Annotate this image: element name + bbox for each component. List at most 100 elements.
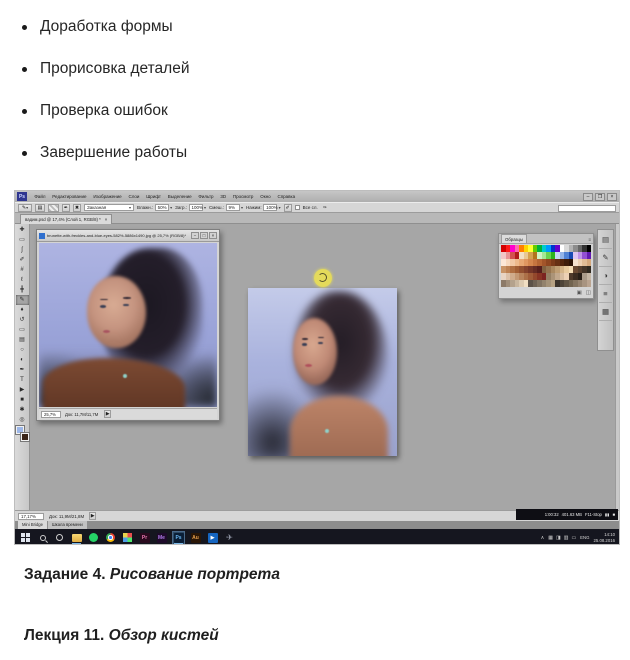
tray-status-icon[interactable]: ▦ — [548, 535, 553, 541]
reference-window-titlebar[interactable]: brunette-with-freckles-and-blue-eyes-582… — [37, 230, 219, 242]
option-field-value[interactable]: 100% — [188, 204, 203, 211]
zoom-tool-icon[interactable]: ◎ — [16, 415, 29, 425]
color-swatch[interactable] — [586, 245, 591, 252]
hand-tool-icon[interactable]: ✱ — [16, 405, 29, 415]
send-app-icon[interactable]: ✈ — [224, 532, 235, 544]
swatches-tab[interactable]: Образцы — [501, 234, 528, 243]
color-swatch[interactable] — [586, 252, 591, 259]
recorder-stop-icon[interactable]: ■ — [612, 512, 615, 517]
menu-слои[interactable]: Слои — [125, 194, 143, 199]
recorder-pause-icon[interactable]: ▮▮ — [605, 512, 610, 517]
lasso-tool-icon[interactable]: ʃ — [16, 245, 29, 255]
brush-panel-icon[interactable]: ✎ — [599, 249, 612, 267]
file-explorer-icon[interactable] — [71, 532, 82, 544]
option-field-caret-icon[interactable]: ▾ — [170, 205, 172, 210]
sample-all-layers-checkbox[interactable] — [294, 205, 300, 210]
mini-bridge-tab[interactable]: Mini Bridge — [18, 521, 47, 529]
pen-tool-icon[interactable]: ✒ — [16, 365, 29, 375]
option-field-value[interactable]: 50% — [154, 204, 169, 211]
language-indicator[interactable]: ENG — [580, 535, 589, 540]
status-arrow-icon[interactable]: ▶ — [89, 512, 97, 520]
menu-3d[interactable]: 3D — [217, 194, 230, 199]
menu-изображение[interactable]: Изображение — [90, 194, 125, 199]
clone-stamp-tool-icon[interactable]: ♦ — [16, 305, 29, 315]
panel-menu-icon[interactable]: ≡ — [588, 237, 593, 243]
menu-окно[interactable]: Окно — [257, 194, 274, 199]
brush-tool-icon[interactable]: ✎ — [15, 295, 29, 305]
pressure-toggle-icon[interactable]: ✑ — [321, 204, 329, 212]
media-encoder-icon[interactable]: Me — [156, 532, 167, 544]
reference-photo[interactable] — [39, 243, 217, 407]
brush-presets-panel-icon[interactable]: ▤ — [599, 231, 612, 249]
menu-справка[interactable]: Справка — [274, 194, 298, 199]
history-brush-tool-icon[interactable]: ↺ — [16, 315, 29, 325]
reference-image-window[interactable]: brunette-with-freckles-and-blue-eyes-582… — [36, 229, 220, 421]
adjustments-panel-icon[interactable]: ≡ — [599, 285, 612, 303]
whatsapp-icon[interactable] — [88, 532, 99, 544]
load-brush-icon[interactable]: ✒ — [62, 203, 70, 212]
document-tab[interactable]: вадим.psd @ 17,4% (Слой 1, RGB/8) * × — [20, 214, 113, 224]
color-swatch[interactable] — [586, 273, 591, 280]
restore-button[interactable]: ❐ — [595, 192, 605, 201]
tray-status-icon[interactable]: ◨ — [556, 535, 561, 541]
menu-файл[interactable]: Файл — [31, 194, 49, 199]
option-field-caret-icon[interactable]: ▾ — [279, 205, 281, 210]
clone-source-panel-icon[interactable]: ◑ — [599, 267, 612, 285]
audition-icon[interactable]: Au — [190, 532, 201, 544]
tray-status-icon[interactable]: ▭ — [571, 535, 576, 541]
tool-preset-picker[interactable]: ✎ ▾ — [18, 203, 32, 212]
clean-brush-icon[interactable]: ✖ — [73, 203, 81, 212]
crop-tool-icon[interactable]: # — [16, 265, 29, 275]
workspace-field[interactable] — [558, 205, 616, 212]
eraser-tool-icon[interactable]: ▭ — [16, 325, 29, 335]
color-swatch[interactable] — [586, 266, 591, 273]
delete-swatch-icon[interactable]: ◫ — [586, 290, 591, 296]
tray-status-icon[interactable]: ▥ — [564, 535, 569, 541]
ref-close-button[interactable]: × — [209, 232, 217, 239]
dodge-tool-icon[interactable]: ◐ — [16, 355, 29, 365]
brush-panel-toggle-icon[interactable]: ▤ — [35, 203, 45, 212]
colorful-app-icon[interactable] — [122, 532, 133, 544]
minimize-button[interactable]: – — [583, 192, 593, 201]
ref-minimize-button[interactable]: − — [191, 232, 199, 239]
layers-panel-icon[interactable]: ▦ — [599, 303, 612, 321]
current-load-swatch[interactable] — [48, 203, 59, 212]
blur-tool-icon[interactable]: ○ — [16, 345, 29, 355]
option-field-caret-icon[interactable]: ▾ — [204, 205, 206, 210]
menu-выделение[interactable]: Выделение — [164, 194, 195, 199]
healing-brush-tool-icon[interactable]: ╋ — [16, 285, 29, 295]
premiere-icon[interactable]: Pr — [139, 532, 150, 544]
menu-шрифт[interactable]: Шрифт — [143, 194, 165, 199]
option-field-caret-icon[interactable]: ▾ — [241, 205, 243, 210]
eyedropper-tool-icon[interactable]: ℓ — [16, 275, 29, 285]
path-select-tool-icon[interactable]: ▶ — [16, 385, 29, 395]
start-button[interactable] — [20, 532, 31, 544]
menu-просмотр[interactable]: Просмотр — [229, 194, 256, 199]
move-tool-icon[interactable]: ✚ — [16, 225, 29, 235]
photoshop-icon[interactable]: Ps — [172, 530, 185, 544]
ref-status-arrow-icon[interactable]: ▶ — [104, 410, 112, 418]
close-button[interactable]: × — [607, 192, 617, 201]
color-swatch[interactable] — [586, 280, 591, 287]
task-view-button[interactable] — [54, 532, 65, 544]
zoom-field[interactable]: 17,17% — [18, 512, 44, 520]
marquee-tool-icon[interactable]: ▭ — [16, 235, 29, 245]
option-field-value[interactable]: 100% — [263, 204, 278, 211]
tray-chevron-icon[interactable]: ∧ — [541, 535, 545, 541]
ref-restore-button[interactable]: □ — [200, 232, 208, 239]
chrome-icon[interactable] — [105, 532, 116, 544]
shape-tool-icon[interactable]: ■ — [16, 395, 29, 405]
gradient-tool-icon[interactable]: ▤ — [16, 335, 29, 345]
painting-canvas[interactable] — [248, 288, 397, 456]
search-button[interactable] — [37, 532, 48, 544]
background-color-chip[interactable] — [19, 432, 30, 442]
scrollbar-strip[interactable] — [615, 224, 619, 510]
media-player-icon[interactable]: ▶ — [207, 532, 218, 544]
airbrush-toggle-icon[interactable]: ✐ — [283, 203, 292, 212]
new-swatch-icon[interactable]: ▣ — [577, 290, 582, 296]
timeline-tab[interactable]: Шкала времени — [47, 521, 87, 529]
menu-фильтр[interactable]: Фильтр — [195, 194, 217, 199]
option-field-value[interactable]: 9% — [225, 204, 240, 211]
ref-zoom-field[interactable]: 25,7% — [41, 410, 61, 418]
color-swatch[interactable] — [586, 259, 591, 266]
